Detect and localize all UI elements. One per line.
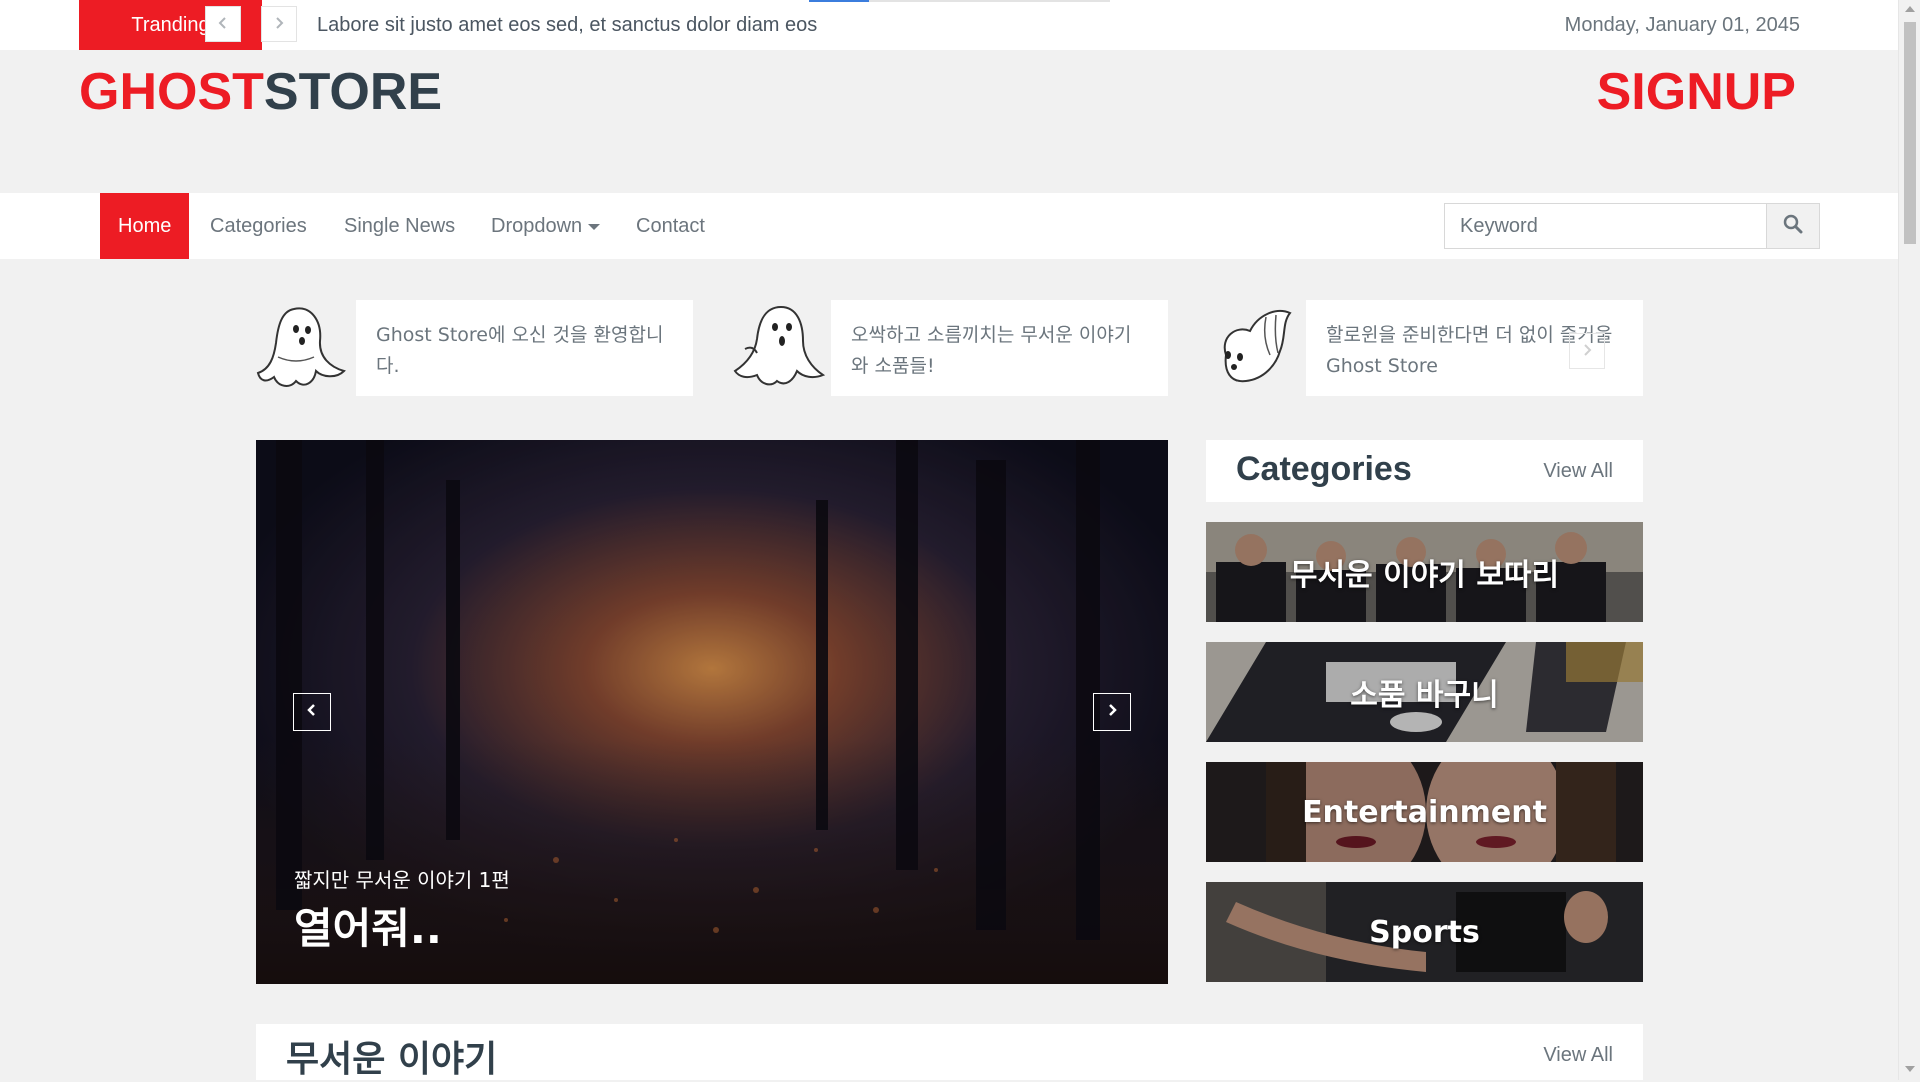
search-icon [1783,214,1803,239]
search-box [1444,203,1820,249]
logo-part-store: STORE [263,63,443,121]
category-label: Sports [1369,914,1480,950]
nav-single-news[interactable]: Single News [344,193,455,259]
scroll-up-arrow-icon[interactable] [1905,6,1915,12]
categories-view-all[interactable]: View All [1543,460,1613,483]
category-tile[interactable]: 무서운 이야기 보따리 [1206,522,1643,622]
hero-title[interactable]: 열어줘.. [294,895,442,956]
trending-next-button[interactable] [261,6,297,42]
categories-header: Categories View All [1206,440,1643,502]
chevron-right-icon [1106,703,1118,722]
hero-prev-button[interactable] [293,693,331,731]
nav-dropdown-label: Dropdown [491,215,583,237]
trending-progress [809,0,1110,2]
feature-card[interactable]: 오싹하고 소름끼치는 무서운 이야기와 소품들! [831,300,1168,396]
nav-contact[interactable]: Contact [636,193,705,259]
scroll-thumb[interactable] [1904,22,1916,244]
ghost-icon [731,297,831,399]
search-button[interactable] [1766,204,1819,248]
chevron-right-icon [1582,341,1592,362]
trending-prev-button[interactable] [205,6,241,42]
current-date: Monday, January 01, 2045 [1564,14,1800,36]
trending-headline[interactable]: Labore sit justo amet eos sed, et sanctu… [317,0,817,50]
categories-title: Categories [1236,450,1412,488]
scroll-down-arrow-icon[interactable] [1905,1066,1915,1072]
hero-slider[interactable]: 짧지만 무서운 이야기 1편 열어줘.. [256,440,1168,984]
site-logo[interactable]: GHOSTSTORE [79,62,442,122]
signup-link[interactable]: SIGNUP [1597,62,1796,122]
feature-card[interactable]: Ghost Store에 오신 것을 환영합니다. [356,300,693,396]
category-label: Entertainment [1302,794,1547,830]
search-input[interactable] [1445,204,1767,248]
category-label: 무서운 이야기 보따리 [1289,558,1560,593]
category-tile[interactable]: Sports [1206,882,1643,982]
logo-part-ghost: GHOST [79,63,264,121]
category-tile[interactable]: 소품 바구니 [1206,642,1643,742]
nav-dropdown[interactable]: Dropdown [491,193,601,259]
top-bar: Tranding Labore sit justo amet eos sed, … [0,0,1898,50]
section-title: 무서운 이야기 [286,1039,498,1080]
nav-home[interactable]: Home [100,193,190,259]
chevron-left-icon [217,14,229,35]
chevron-right-icon [273,14,285,35]
stories-section-header: 무서운 이야기 View All [256,1024,1643,1080]
hero-subtitle: 짧지만 무서운 이야기 1편 [294,868,510,892]
caret-down-icon [588,223,601,230]
category-label: 소품 바구니 [1350,678,1499,713]
page-scrollbar[interactable] [1898,0,1920,1080]
feature-next-button[interactable] [1569,333,1605,369]
ghost-icon [1206,297,1306,399]
main-nav: Home Categories Single News Dropdown Con… [0,193,1898,259]
ghost-icon [256,297,356,399]
section-view-all[interactable]: View All [1543,1044,1613,1067]
category-tile[interactable]: Entertainment [1206,762,1643,862]
chevron-left-icon [306,703,318,722]
nav-categories[interactable]: Categories [210,193,307,259]
hero-next-button[interactable] [1093,693,1131,731]
